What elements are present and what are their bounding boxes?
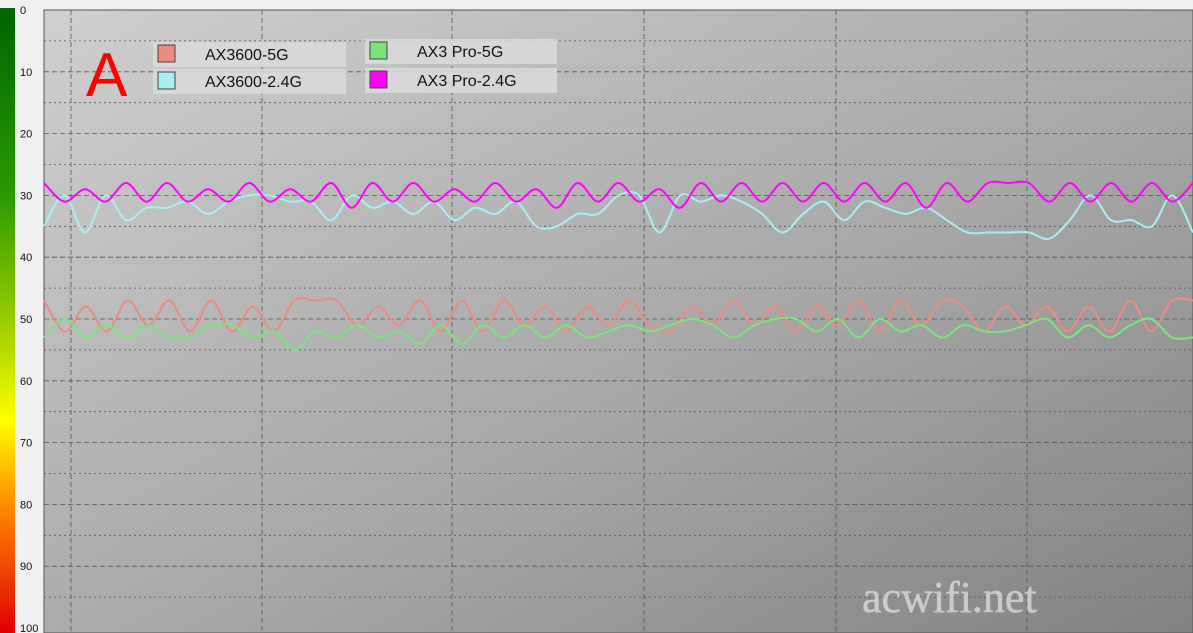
y-tick-label: 50 (20, 314, 32, 326)
y-axis-ticks: 0 10 20 30 40 50 60 70 80 90 100 (20, 5, 38, 633)
legend-swatch (369, 70, 388, 89)
panel-letter: A (86, 41, 128, 110)
watermark-text: acwifi.net (862, 573, 1037, 622)
y-tick-label: 70 (20, 438, 32, 450)
y-tick-label: 10 (20, 67, 32, 79)
y-tick-label: 100 (20, 623, 38, 633)
legend-item: AX3 Pro-2.4G (365, 68, 557, 93)
signal-scale-bar (0, 8, 15, 633)
legend-item: AX3600-2.4G (153, 69, 346, 94)
legend-swatch (157, 71, 176, 90)
y-tick-label: 0 (20, 5, 26, 17)
y-tick-label: 90 (20, 561, 32, 573)
y-tick-label: 30 (20, 190, 32, 202)
y-tick-label: 80 (20, 499, 32, 511)
legend-item: AX3600-5G (153, 42, 346, 67)
legend-swatch (157, 44, 176, 63)
legend-label: AX3600-5G (205, 47, 289, 64)
legend-label: AX3 Pro-2.4G (417, 73, 517, 90)
y-tick-label: 40 (20, 252, 32, 264)
legend-item: AX3 Pro-5G (365, 39, 557, 64)
legend-swatch (369, 41, 388, 60)
y-tick-label: 60 (20, 376, 32, 388)
signal-chart: 0 10 20 30 40 50 60 70 80 90 100 AX3600-5G AX3600-2… (0, 5, 1193, 633)
legend-label: AX3600-2.4G (205, 74, 302, 91)
y-tick-label: 20 (20, 129, 32, 141)
legend-label: AX3 Pro-5G (417, 44, 503, 61)
